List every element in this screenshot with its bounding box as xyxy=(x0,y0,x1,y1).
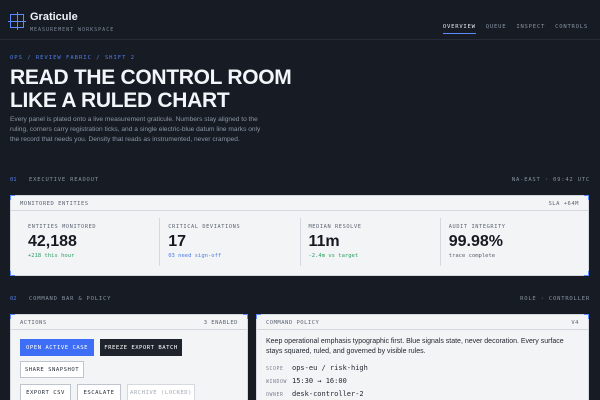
policy-scope-row: SCOPE ops-eu / risk-high xyxy=(266,364,368,372)
panel-title: MONITORED ENTITIES xyxy=(20,201,89,207)
metric-value: 42,188 xyxy=(28,233,77,250)
metric-value: 17 xyxy=(168,233,187,250)
metric-label: CRITICAL DEVIATIONS xyxy=(168,224,241,230)
brand-name: Graticule xyxy=(30,11,78,23)
metric-entities-monitored: ENTITIES MONITORED 42,188 +218 this hour xyxy=(20,218,159,266)
metric-note: trace complete xyxy=(448,253,496,259)
policy-key: OWNER xyxy=(266,393,284,398)
metric-note: 03 need sign-off xyxy=(168,253,222,259)
nav-inspect[interactable]: INSPECT xyxy=(516,24,545,34)
monitored-entities-panel: MONITORED ENTITIES SLA +64M ENTITIES MON… xyxy=(10,195,589,276)
brand-subtitle: MEASUREMENT WORKSPACE xyxy=(30,27,115,33)
panel-meta: V4 xyxy=(571,320,579,326)
main-nav: OVERVIEW QUEUE INSPECT CONTROLS xyxy=(442,24,588,34)
panel-meta: SLA +64M xyxy=(548,201,579,207)
nav-queue[interactable]: QUEUE xyxy=(486,24,507,34)
export-csv-button[interactable]: EXPORT CSV xyxy=(20,384,71,400)
registration-tick xyxy=(10,271,15,276)
headline-line-1: READ THE CONTROL ROOM xyxy=(10,66,292,89)
crosshair-icon xyxy=(8,12,26,30)
section-title: COMMAND BAR & POLICY xyxy=(29,296,112,302)
metric-audit-integrity: AUDIT INTEGRITY 99.98% trace complete xyxy=(439,218,580,266)
breadcrumb: OPS / REVIEW FABRIC / SHIFT 2 xyxy=(10,55,136,61)
escalate-button[interactable]: ESCALATE xyxy=(77,384,121,400)
panel-meta: 3 ENABLED xyxy=(203,320,238,326)
section-header-command: 02 COMMAND BAR & POLICY ROLE · CONTROLLE… xyxy=(10,296,590,306)
metrics-row: ENTITIES MONITORED 42,188 +218 this hour… xyxy=(20,218,580,266)
panel-header: MONITORED ENTITIES SLA +64M xyxy=(11,196,588,211)
policy-value: ops-eu / risk-high xyxy=(292,364,368,372)
page-headline: READ THE CONTROL ROOM LIKE A RULED CHART xyxy=(10,66,292,112)
section-header-executive: 01 EXECUTIVE READOUT NA-EAST · 09:42 UTC xyxy=(10,177,590,187)
panel-header: COMMAND POLICY V4 xyxy=(257,315,588,330)
panel-header: ACTIONS 3 ENABLED xyxy=(11,315,247,330)
share-snapshot-button[interactable]: SHARE SNAPSHOT xyxy=(20,361,84,378)
policy-key: WINDOW xyxy=(266,380,287,385)
headline-line-2: LIKE A RULED CHART xyxy=(10,89,230,112)
metric-label: MEDIAN RESOLVE xyxy=(308,224,362,230)
metric-note: +218 this hour xyxy=(28,253,75,259)
policy-owner-row: OWNER desk-controller-2 xyxy=(266,390,364,398)
archive-locked-button: ARCHIVE (LOCKED) xyxy=(127,384,195,400)
panel-title: ACTIONS xyxy=(20,320,47,326)
open-active-case-button[interactable]: OPEN ACTIVE CASE xyxy=(20,339,94,356)
metric-value: 11m xyxy=(308,233,340,250)
metric-label: ENTITIES MONITORED xyxy=(28,224,97,230)
command-policy-panel: COMMAND POLICY V4 Keep operational empha… xyxy=(256,314,589,400)
metric-value: 99.98% xyxy=(448,233,504,250)
policy-key: SCOPE xyxy=(266,367,284,372)
metric-median-resolve: MEDIAN RESOLVE 11m -2.4m vs target xyxy=(299,218,440,266)
intro-paragraph: Every panel is plated onto a live measur… xyxy=(10,116,261,143)
top-bar: Graticule MEASUREMENT WORKSPACE OVERVIEW… xyxy=(0,0,600,40)
policy-description: Keep operational emphasis typographic fi… xyxy=(266,338,564,355)
policy-value: desk-controller-2 xyxy=(292,390,364,398)
metric-critical-deviations: CRITICAL DEVIATIONS 17 03 need sign-off xyxy=(159,218,299,266)
actions-panel: ACTIONS 3 ENABLED OPEN ACTIVE CASE FREEZ… xyxy=(10,314,248,400)
nav-controls[interactable]: CONTROLS xyxy=(555,24,588,34)
policy-value: 15:30 → 16:00 xyxy=(292,377,347,385)
section-title: EXECUTIVE READOUT xyxy=(29,177,99,183)
section-number: 01 xyxy=(10,177,17,183)
nav-overview[interactable]: OVERVIEW xyxy=(442,24,476,34)
registration-tick xyxy=(584,271,589,276)
section-meta: NA-EAST · 09:42 UTC xyxy=(511,177,590,183)
policy-window-row: WINDOW 15:30 → 16:00 xyxy=(266,377,347,385)
section-meta: ROLE · CONTROLLER xyxy=(520,296,590,302)
metric-note: -2.4m vs target xyxy=(308,253,359,259)
metric-label: AUDIT INTEGRITY xyxy=(448,224,506,230)
panel-title: COMMAND POLICY xyxy=(266,320,320,326)
section-number: 02 xyxy=(10,296,17,302)
freeze-export-batch-button[interactable]: FREEZE EXPORT BATCH xyxy=(100,339,182,356)
